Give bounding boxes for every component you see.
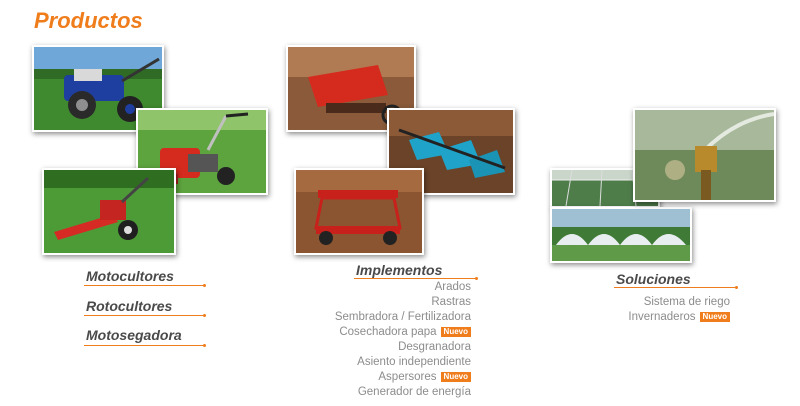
implementos-list: Arados Rastras Sembradora / Fertilizador… [335,280,471,400]
category-underline [84,315,204,316]
category-rotocultores[interactable]: Rotocultores [86,298,172,314]
implemento-asiento-link[interactable]: Asiento independiente [357,356,471,368]
implemento-arados-link[interactable]: Arados [435,281,471,293]
solucion-sistema-riego-link[interactable]: Sistema de riego [644,296,730,308]
list-item[interactable]: Asiento independiente [335,355,471,370]
implemento-cosechadora-link[interactable]: Cosechadora papa [339,326,436,338]
category-bullet [203,344,206,347]
list-item[interactable]: Desgranadora [335,340,471,355]
implemento-sembradora-link[interactable]: Sembradora / Fertilizadora [335,311,471,323]
list-item[interactable]: Generador de energía [335,385,471,400]
category-implementos[interactable]: Implementos [356,262,442,278]
list-item[interactable]: Sistema de riego [628,295,730,310]
category-soluciones[interactable]: Soluciones [616,271,691,287]
implemento-aspersores-link[interactable]: Aspersores [378,371,436,383]
category-underline [354,278,476,279]
list-item[interactable]: Arados [335,280,471,295]
list-item[interactable]: Sembradora / Fertilizadora [335,310,471,325]
motosegadora-photo[interactable] [42,168,176,255]
category-motosegadora[interactable]: Motosegadora [86,327,182,343]
page-title: Productos [34,8,143,33]
list-item[interactable]: Rastras [335,295,471,310]
list-item[interactable]: Cosechadora papa Nuevo [335,325,471,340]
category-bullet [203,284,206,287]
new-badge: Nuevo [440,327,471,337]
soluciones-list: Sistema de riego Invernaderos Nuevo [628,295,730,325]
implemento-desgranadora-link[interactable]: Desgranadora [398,341,471,353]
sprinkler-photo[interactable] [633,108,776,202]
category-motocultores[interactable]: Motocultores [86,268,174,284]
category-underline [614,287,736,288]
category-bullet [203,314,206,317]
new-badge: Nuevo [699,312,730,322]
greenhouse-exterior-photo[interactable] [550,207,692,263]
list-item[interactable]: Invernaderos Nuevo [628,310,730,325]
category-bullet [475,277,478,280]
list-item[interactable]: Aspersores Nuevo [335,370,471,385]
implemento-rastras-link[interactable]: Rastras [431,296,471,308]
solucion-invernaderos-link[interactable]: Invernaderos [628,311,695,323]
cosechadora-photo[interactable] [294,168,424,255]
implemento-generador-link[interactable]: Generador de energía [358,386,471,398]
category-underline [84,345,204,346]
category-underline [84,285,204,286]
new-badge: Nuevo [440,372,471,382]
category-bullet [735,286,738,289]
